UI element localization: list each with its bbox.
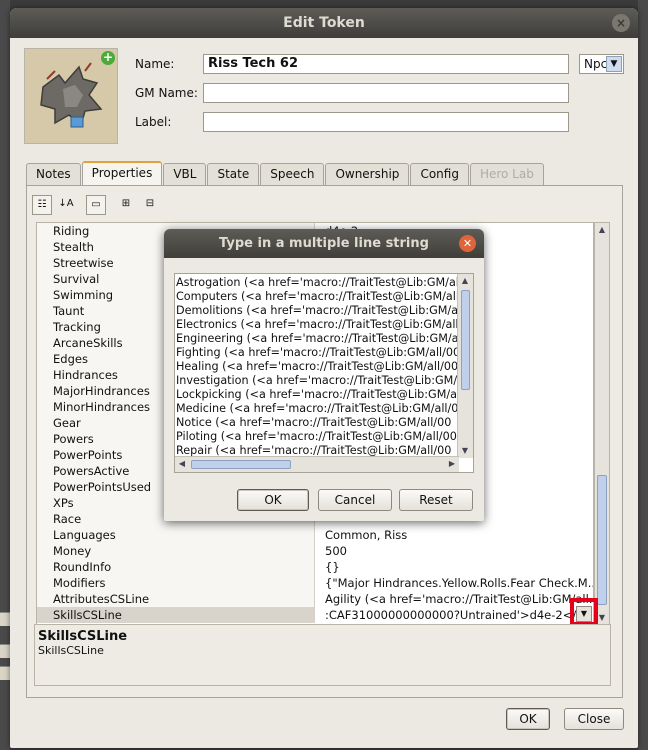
property-row[interactable]: Modifiers {"Major Hindrances.Yellow.Rolls… [37,575,593,591]
scrollbar-thumb[interactable] [461,290,470,390]
close-icon: ✕ [462,237,473,250]
scrollbar-thumb[interactable] [597,475,607,605]
scroll-left-icon[interactable]: ◀ [175,457,189,471]
scroll-down-icon[interactable]: ▼ [458,444,472,458]
property-description: SkillsCSLine SkillsCSLine [34,624,611,686]
text-line: Healing (<a href='macro://TraitTest@Lib:… [176,360,457,373]
chevron-down-icon: ▼ [606,56,622,72]
scroll-up-icon[interactable]: ▲ [595,223,609,237]
highlight-box [570,598,598,626]
tab-hero-lab: Hero Lab [469,163,544,185]
dialog-reset-button[interactable]: Reset [399,489,473,511]
label-field[interactable] [203,112,569,132]
description-text: SkillsCSLine [38,644,104,657]
label-label: Label: [135,115,172,129]
name-field[interactable]: Riss Tech 62 [203,54,569,74]
name-label: Name: [135,57,175,71]
tab-speech[interactable]: Speech [260,163,325,185]
multiline-text-area[interactable]: Astrogation (<a href='macro://TraitTest@… [174,273,474,473]
dialog-ok-button[interactable]: OK [237,489,309,511]
desktop-right-edge [638,0,648,750]
sort-alphabetical-icon[interactable]: ↓A [56,195,76,215]
window-close-button[interactable]: × [612,14,630,32]
tab-state[interactable]: State [207,163,260,185]
dialog-cancel-button[interactable]: Cancel [318,489,392,511]
property-row-selected[interactable]: SkillsCSLine:CAF31000000000000?Untrained… [37,607,593,623]
ok-button[interactable]: OK [506,708,550,730]
property-row[interactable]: RoundInfo{} [37,559,593,575]
property-row[interactable]: AttributesCSLine Agility (<a href='macro:… [37,591,593,607]
dialog-vertical-scrollbar[interactable]: ▲ ▼ [457,274,473,458]
expand-all-icon[interactable]: ⊞ [116,195,136,215]
token-type-select[interactable]: Npc ▼ [579,54,624,74]
token-type-value: Npc [584,57,608,71]
multiline-string-dialog: Type in a multiple line string ✕ Astroga… [164,229,484,521]
desktop-left-edge [0,0,10,750]
tab-notes[interactable]: Notes [26,163,81,185]
text-line: Notice (<a href='macro://TraitTest@Lib:G… [176,416,452,429]
text-line: Piloting (<a href='macro://TraitTest@Lib… [176,430,457,443]
window-titlebar[interactable]: Edit Token × [10,8,638,38]
scroll-up-icon[interactable]: ▲ [458,274,472,288]
dialog-close-button[interactable]: ✕ [459,235,476,252]
window-title: Edit Token [283,15,365,31]
property-table-scrollbar[interactable]: ▲ ▼ [594,222,610,626]
add-image-icon[interactable]: + [101,51,115,65]
close-icon: × [615,16,627,30]
tab-ownership[interactable]: Ownership [325,163,410,185]
text-line: Lockpicking (<a href='macro://TraitTest@… [176,388,457,401]
categorized-view-icon[interactable]: ☷ [32,195,52,215]
dialog-titlebar[interactable]: Type in a multiple line string ✕ [164,229,484,258]
text-line: Fighting (<a href='macro://TraitTest@Lib… [176,346,457,359]
tab-properties[interactable]: Properties [81,161,163,185]
gm-name-field[interactable] [203,83,569,103]
property-row[interactable]: Money 500 [37,543,593,559]
text-line: Computers (<a href='macro://TraitTest@Li… [176,290,457,303]
tab-vbl[interactable]: VBL [163,163,207,185]
tab-bar: Notes Properties VBL State Speech Owners… [26,161,545,185]
close-button[interactable]: Close [564,708,624,730]
token-portrait[interactable]: + [24,48,118,144]
properties-toolbar: ☷ ↓A ▭ ⊞ ⊟ [32,195,160,217]
gm-name-label: GM Name: [135,86,198,100]
dialog-title: Type in a multiple line string [219,236,429,251]
desktop-strip [0,612,10,626]
collapse-all-icon[interactable]: ⊟ [140,195,160,215]
description-toggle-icon[interactable]: ▭ [86,195,106,215]
property-row[interactable]: Languages Common, Riss [37,527,593,543]
text-line: Medicine (<a href='macro://TraitTest@Lib… [176,402,457,415]
description-title: SkillsCSLine [38,629,128,644]
scrollbar-thumb[interactable] [191,460,291,469]
tab-config[interactable]: Config [410,163,469,185]
text-line: Investigation (<a href='macro://TraitTes… [176,374,457,387]
text-line: Engineering (<a href='macro://TraitTest@… [176,332,457,345]
text-line: Demolitions (<a href='macro://TraitTest@… [176,304,457,317]
scroll-right-icon[interactable]: ▶ [445,457,459,471]
text-line: Astrogation (<a href='macro://TraitTest@… [176,276,457,289]
dialog-horizontal-scrollbar[interactable]: ◀ ▶ [175,456,459,472]
text-line: Electronics (<a href='macro://TraitTest@… [176,318,457,331]
desktop-strip [0,644,10,658]
desktop-strip [0,666,10,680]
